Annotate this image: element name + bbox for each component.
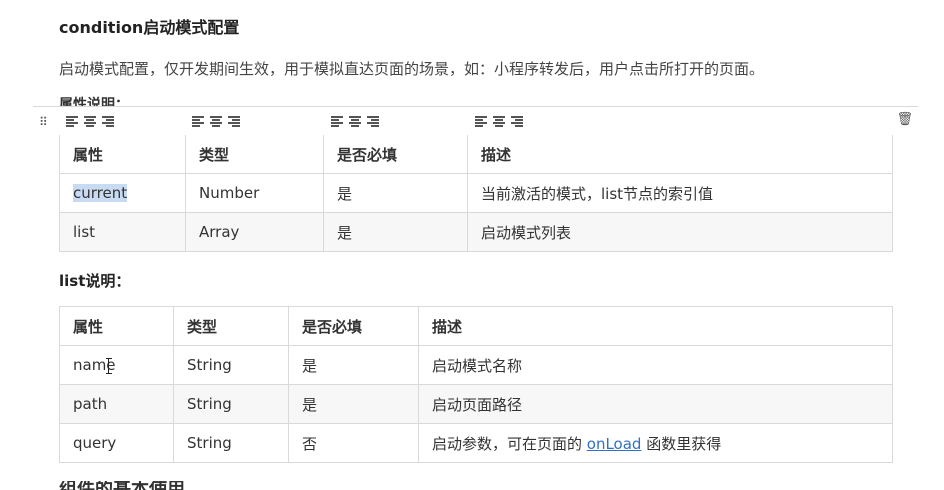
attribute-note: 属性说明： (59, 97, 129, 106)
trash-icon[interactable]: 🗑 (896, 113, 914, 126)
header-description[interactable]: 描述 (418, 306, 893, 346)
cell-type[interactable]: String (173, 423, 289, 463)
cell-attribute[interactable]: path (59, 384, 174, 424)
align-left-icon[interactable] (192, 116, 204, 127)
align-center-icon[interactable] (210, 116, 222, 127)
cell-description[interactable]: 启动参数，可在页面的 onLoad 函数里获得 (418, 423, 893, 463)
align-center-icon[interactable] (349, 116, 361, 127)
header-type[interactable]: 类型 (173, 306, 289, 346)
cell-attribute[interactable]: query (59, 423, 174, 463)
cell-attribute[interactable]: current (59, 173, 186, 213)
cell-required[interactable]: 是 (288, 384, 419, 424)
table-row: list Array 是 启动模式列表 (59, 212, 893, 252)
align-right-icon[interactable] (102, 116, 114, 127)
cell-description[interactable]: 当前激活的模式，list节点的索引值 (467, 173, 893, 213)
description-text: 启动参数，可在页面的 (432, 434, 587, 453)
header-type[interactable]: 类型 (185, 135, 324, 174)
section-description: 启动模式配置，仅开发期间生效，用于模拟直达页面的场景，如：小程序转发后，用户点击… (59, 60, 765, 78)
align-right-icon[interactable] (511, 116, 523, 127)
cell-description[interactable]: 启动模式名称 (418, 345, 893, 385)
table-row: current Number 是 当前激活的模式，list节点的索引值 (59, 173, 893, 213)
list-attributes-table: 属性 类型 是否必填 描述 name String 是 启动模式名称 path … (59, 306, 893, 463)
align-left-icon[interactable] (475, 116, 487, 127)
list-heading: list说明： (59, 272, 131, 290)
condition-attributes-table: 属性 类型 是否必填 描述 current Number 是 当前激活的模式，l… (59, 135, 893, 252)
text-cursor-icon (106, 358, 112, 374)
cell-required[interactable]: 是 (323, 173, 468, 213)
table-row: query String 否 启动参数，可在页面的 onLoad 函数里获得 (59, 423, 893, 463)
column-3-align-controls (331, 116, 379, 127)
description-text: 函数里获得 (641, 434, 722, 453)
cell-required[interactable]: 是 (288, 345, 419, 385)
align-left-icon[interactable] (331, 116, 343, 127)
cell-attribute[interactable]: list (59, 212, 186, 252)
table-header-row: 属性 类型 是否必填 描述 (59, 306, 893, 346)
align-right-icon[interactable] (367, 116, 379, 127)
cell-description[interactable]: 启动模式列表 (467, 212, 893, 252)
cell-type[interactable]: String (173, 345, 289, 385)
column-4-align-controls (475, 116, 523, 127)
header-description[interactable]: 描述 (467, 135, 893, 174)
header-attribute[interactable]: 属性 (59, 306, 174, 346)
column-2-align-controls (192, 116, 240, 127)
cell-type[interactable]: Number (185, 173, 324, 213)
next-section-heading: 组件的基本使用 (59, 481, 185, 490)
header-required[interactable]: 是否必填 (288, 306, 419, 346)
header-attribute[interactable]: 属性 (59, 135, 186, 174)
selected-text[interactable]: current (73, 184, 128, 202)
table-toolbar: ⠿ 🗑 (33, 106, 918, 137)
table-header-row: 属性 类型 是否必填 描述 (59, 135, 893, 174)
cell-type[interactable]: String (173, 384, 289, 424)
table-row: name String 是 启动模式名称 (59, 345, 893, 385)
align-left-icon[interactable] (66, 116, 78, 127)
section-heading: condition启动模式配置 (59, 18, 240, 37)
cell-attribute[interactable]: name (59, 345, 174, 385)
column-1-align-controls (66, 116, 114, 127)
onload-link[interactable]: onLoad (587, 435, 642, 453)
header-required[interactable]: 是否必填 (323, 135, 468, 174)
cell-required[interactable]: 否 (288, 423, 419, 463)
table-row: path String 是 启动页面路径 (59, 384, 893, 424)
align-center-icon[interactable] (493, 116, 505, 127)
cell-required[interactable]: 是 (323, 212, 468, 252)
table-grid-icon[interactable]: ⠿ (39, 116, 49, 128)
align-right-icon[interactable] (228, 116, 240, 127)
cell-description[interactable]: 启动页面路径 (418, 384, 893, 424)
cell-type[interactable]: Array (185, 212, 324, 252)
align-center-icon[interactable] (84, 116, 96, 127)
